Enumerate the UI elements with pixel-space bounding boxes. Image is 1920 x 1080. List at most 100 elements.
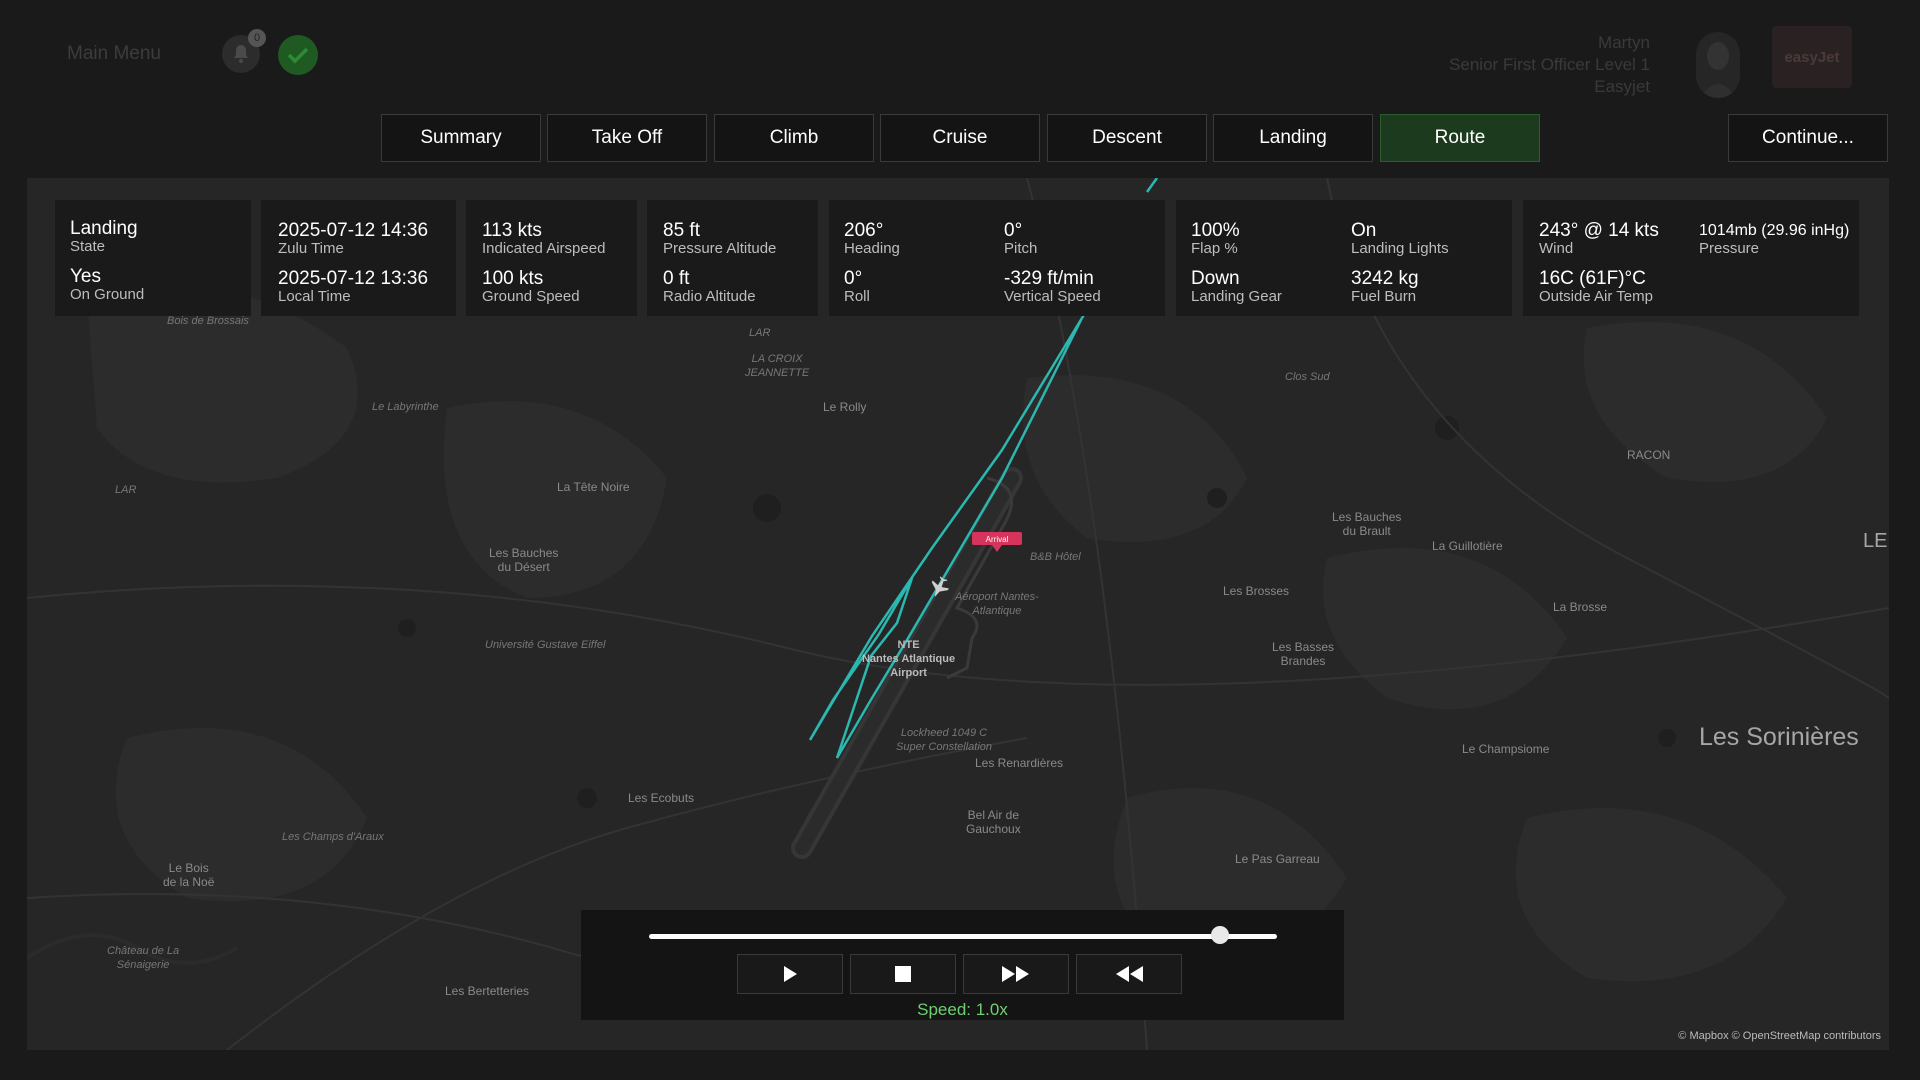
airline-logo: easyJet [1772,26,1852,88]
svg-text:Arrival: Arrival [986,535,1009,544]
notifications-button[interactable]: 0 [222,29,266,73]
tab-descent[interactable]: Descent [1047,114,1207,162]
wind-label: Wind [1539,240,1574,257]
playback-progress-slider[interactable] [649,934,1277,939]
map-attribution[interactable]: © Mapbox © OpenStreetMap contributors [1678,1030,1881,1042]
pitch-value: 0° [1004,220,1023,241]
config-panel: 100% Flap % On Landing Lights Down Landi… [1176,200,1512,316]
radio-altitude-cell: 0 ft Radio Altitude [663,268,756,305]
flap-cell: 100% Flap % [1191,220,1240,257]
playback-speed-text: Speed: 1.0x [917,1000,1008,1019]
local-time-label: Local Time [278,288,351,305]
stop-icon [895,966,911,982]
checkmark-icon [287,47,309,64]
map-label: Lockheed 1049 C Super Constellation [896,727,993,753]
avatar[interactable] [1696,32,1740,98]
fuel-burn-cell: 3242 kg Fuel Burn [1351,268,1419,305]
wind-value: 243° @ 14 kts [1539,220,1659,241]
map-label: Les Champs d'Araux [282,831,384,843]
local-time-value: 2025-07-12 13:36 [278,268,429,289]
map-label: Le Rolly [823,400,867,414]
outside-air-temp-cell: 16C (61F)°C Outside Air Temp [1539,268,1653,305]
map-label: Le Labyrinthe [372,401,439,413]
wind-cell: 243° @ 14 kts Wind [1539,220,1659,257]
tab-climb[interactable]: Climb [714,114,874,162]
fuel-burn-value: 3242 kg [1351,268,1419,289]
tab-route[interactable]: Route [1380,114,1540,162]
vertical-speed-cell: -329 ft/min Vertical Speed [1004,268,1101,305]
map-label: NTE Nantes Atlantique Airport [862,639,956,679]
on-ground-label: On Ground [70,286,145,303]
indicated-airspeed-cell: 113 kts Indicated Airspeed [482,220,605,257]
on-ground-value: Yes [70,266,101,287]
landing-lights-label: Landing Lights [1351,240,1449,257]
altitude-panel: 85 ft Pressure Altitude 0 ft Radio Altit… [647,200,818,316]
map-label: LA CROIX JEANNETTE [745,353,810,379]
weather-panel: 243° @ 14 kts Wind 1014mb (29.96 inHg) P… [1523,200,1859,316]
zulu-time-value: 2025-07-12 14:36 [278,220,429,241]
pressure-altitude-label: Pressure Altitude [663,240,777,257]
map-label: Le Bois de la Noë [163,861,215,889]
heading-label: Heading [844,240,900,257]
map-label: B&B Hôtel [1030,551,1081,563]
user-name: Martyn [1598,33,1650,52]
map-label: Clos Sud [1285,371,1330,383]
landing-gear-cell: Down Landing Gear [1191,268,1282,305]
map-label: RACON [1627,448,1671,462]
heading-value: 206° [844,220,884,241]
zulu-time-label: Zulu Time [278,240,344,257]
on-ground-cell: Yes On Ground [70,266,144,303]
map-label: Le Pas Garreau [1235,852,1320,866]
pressure-label: Pressure [1699,240,1760,257]
map-label: La Tête Noire [557,480,630,494]
fast-forward-icon [1002,966,1029,982]
main-menu-link[interactable]: Main Menu [67,43,161,65]
zulu-time-cell: 2025-07-12 14:36 Zulu Time [278,220,428,257]
pitch-cell: 0° Pitch [1004,220,1037,257]
play-icon [784,966,797,982]
stop-button[interactable] [850,954,956,994]
pressure-cell: 1014mb (29.96 inHg) Pressure [1699,220,1849,257]
state-panel: Landing State Yes On Ground [55,200,251,316]
vertical-speed-label: Vertical Speed [1004,288,1101,305]
playback-slider-handle[interactable] [1211,926,1230,944]
tab-cruise[interactable]: Cruise [880,114,1040,162]
map-label: Les Sorinières [1699,723,1859,751]
map-label: LAR [115,484,137,496]
landing-lights-cell: On Landing Lights [1351,220,1449,257]
user-rank: Senior First Officer Level 1 [1449,55,1650,74]
vertical-speed-value: -329 ft/min [1004,268,1094,289]
radio-altitude-label: Radio Altitude [663,288,756,305]
tab-take-off[interactable]: Take Off [547,114,707,162]
map-label: Les Bauches du Désert [489,546,559,574]
landing-lights-value: On [1351,220,1377,241]
tab-summary[interactable]: Summary [381,114,541,162]
flap-label: Flap % [1191,240,1238,257]
tab-landing[interactable]: Landing [1213,114,1373,162]
indicated-airspeed-value: 113 kts [482,220,542,241]
map-label: Les Ecobuts [628,791,695,805]
map-label: Université Gustave Eiffel [485,639,606,651]
continue-button[interactable]: Continue... [1728,114,1888,162]
rewind-button[interactable] [1076,954,1182,994]
radio-altitude-value: 0 ft [663,268,690,289]
landing-gear-value: Down [1191,268,1240,289]
map-label: LAR [749,327,771,339]
map-label: Aéroport Nantes- Atlantique [955,591,1039,617]
map-label: LE [1863,530,1888,552]
map-label: Les Basses Brandes [1272,640,1335,668]
pressure-altitude-cell: 85 ft Pressure Altitude [663,220,776,257]
map-label: Le Champsiome [1462,742,1550,756]
play-button[interactable] [737,954,843,994]
outside-air-temp-label: Outside Air Temp [1539,288,1653,305]
map-label: Bois de Brossais [167,315,249,327]
playback-controls: Speed: 1.0x [581,910,1344,1020]
flap-value: 100% [1191,220,1240,241]
roll-value: 0° [844,268,863,289]
ground-speed-value: 100 kts [482,268,544,289]
map-label: La Brosse [1553,600,1608,614]
attitude-panel: 206° Heading 0° Pitch 0° Roll -329 ft/mi… [829,200,1165,316]
indicated-airspeed-label: Indicated Airspeed [482,240,606,257]
fast-forward-button[interactable] [963,954,1069,994]
status-check-button[interactable] [278,35,318,75]
